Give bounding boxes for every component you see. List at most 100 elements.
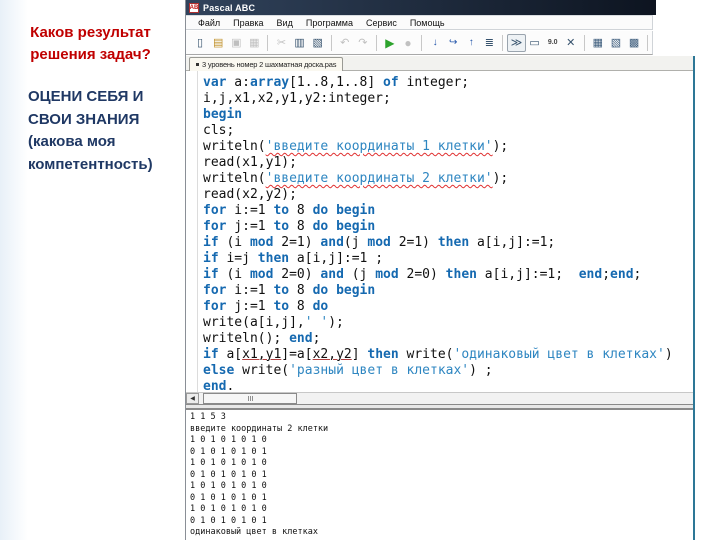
window-titlebar: AB Pascal ABC <box>186 0 656 15</box>
toolbar-separator <box>267 34 269 51</box>
step-into-button[interactable]: ↓ <box>426 34 444 52</box>
scroll-thumb[interactable] <box>203 393 297 404</box>
save-all-button: ▦ <box>245 34 263 52</box>
code-area: var a:array[1..8,1..8] of integer; i,j,x1… <box>203 75 673 395</box>
toolbar-separator <box>647 34 649 51</box>
code-line: writeln('введите координаты 2 клетки'); <box>203 171 509 186</box>
open-file-icon: ▤ <box>212 37 224 49</box>
editor-tab[interactable]: 3 уровень номер 2 шахматная доска.pas <box>189 57 344 71</box>
window-right-border <box>693 56 695 540</box>
console-line: одинаковый цвет в клетках <box>190 527 318 537</box>
code-line: write(a[i,j],' '); <box>203 315 344 330</box>
app-logo-icon: AB <box>189 2 199 13</box>
add-watch-icon: ≣ <box>484 37 494 49</box>
menu-bar: Файл Правка Вид Программа Сервис Помощь <box>186 15 653 30</box>
menu-item-edit[interactable]: Правка <box>233 18 263 28</box>
add-watch-button[interactable]: ≣ <box>480 34 498 52</box>
menu-item-service[interactable]: Сервис <box>366 18 397 28</box>
undo-button: ↶ <box>336 34 354 52</box>
redo-icon: ↷ <box>358 37 368 49</box>
modified-marker-icon <box>196 63 199 66</box>
cut-button: ✂ <box>272 34 290 52</box>
slide-question-title: Каков результат решения задач? <box>8 22 173 66</box>
format-numbers-icon: 9.0 <box>547 39 558 46</box>
code-line: i,j,x1,x2,y1,y2:integer; <box>203 91 391 106</box>
console-line: введите координаты 2 клетки <box>190 423 329 434</box>
code-editor[interactable]: var a:array[1..8,1..8] of integer; i,j,x1… <box>186 71 694 395</box>
window-layout-3-button[interactable]: ▩ <box>625 34 643 52</box>
menu-item-program[interactable]: Программа <box>306 18 353 28</box>
save-all-icon: ▦ <box>249 37 260 49</box>
paste-icon: ▧ <box>312 37 323 49</box>
scroll-left-button[interactable]: ◀ <box>186 393 199 404</box>
step-over-icon: ↪ <box>448 37 458 48</box>
format-numbers-button[interactable]: 9.0 <box>544 34 562 52</box>
editor-tab-label: 3 уровень номер 2 шахматная доска.pas <box>202 60 337 69</box>
undo-icon: ↶ <box>340 37 350 49</box>
menu-item-view[interactable]: Вид <box>277 18 293 28</box>
menu-item-file[interactable]: Файл <box>198 18 220 28</box>
code-line: if (i mod 2=1) and(j mod 2=1) then a[i,j… <box>203 235 556 250</box>
cut-icon: ✂ <box>276 37 287 49</box>
console-line: 0 1 0 1 0 1 0 1 <box>190 515 267 526</box>
statement-line: компетентность) <box>28 155 153 173</box>
statement-line: (какова моя <box>28 133 116 150</box>
horizontal-scrollbar[interactable]: ◀ <box>186 392 694 404</box>
menu-item-help[interactable]: Помощь <box>410 18 445 28</box>
console-line: 1 1 5 3 <box>190 412 226 422</box>
console-text: 1 1 5 3 введите координаты 2 клетки 1 0 1 … <box>190 412 328 539</box>
clear-output-icon: ✕ <box>566 37 576 49</box>
copy-button[interactable]: ▥ <box>291 34 309 52</box>
open-file-button[interactable]: ▤ <box>209 34 227 52</box>
editor-gutter-line <box>197 71 198 392</box>
save-file-button: ▣ <box>227 34 245 52</box>
code-line: cls; <box>203 123 235 138</box>
clear-output-button[interactable]: ✕ <box>562 34 580 52</box>
toolbar-separator <box>375 34 377 51</box>
output-console[interactable]: 1 1 5 3 введите координаты 2 клетки 1 0 1 … <box>186 410 694 540</box>
new-file-button[interactable]: ▯ <box>191 34 209 52</box>
toggle-output-window-button[interactable]: ≫ <box>507 33 526 52</box>
window-layout-2-icon: ▧ <box>610 37 622 49</box>
console-line: 1 0 1 0 1 0 1 0 <box>190 458 267 468</box>
code-line: for j:=1 to 8 do <box>203 299 329 314</box>
slide-statement: ОЦЕНИ СЕБЯ И СВОИ ЗНАНИЯ (какова моя ком… <box>28 86 183 176</box>
toolbar-separator <box>421 34 423 51</box>
toolbar-separator <box>502 34 504 51</box>
code-line: if a[x1,y1]=a[x2,y2] then write('одинако… <box>203 347 673 362</box>
statement-line: СВОИ ЗНАНИЯ <box>28 110 140 128</box>
step-out-icon: ↑ <box>468 37 474 48</box>
console-line: 0 1 0 1 0 1 0 1 <box>190 469 267 480</box>
console-line: 0 1 0 1 0 1 0 1 <box>190 492 267 503</box>
stop-button: ● <box>399 34 417 52</box>
console-line: 0 1 0 1 0 1 0 1 <box>190 446 267 457</box>
copy-icon: ▥ <box>294 37 305 49</box>
new-output-page-button[interactable]: ▭ <box>526 34 544 52</box>
code-line: for i:=1 to 8 do begin <box>203 283 376 298</box>
pascal-abc-window: AB Pascal ABC Файл Правка Вид Программа … <box>185 0 695 540</box>
toolbar-separator <box>583 34 585 51</box>
run-icon: ▶ <box>385 35 395 50</box>
toolbar-separator <box>330 34 332 51</box>
redo-button: ↷ <box>354 34 372 52</box>
window-title: Pascal ABC <box>203 2 256 13</box>
code-line: if (i mod 2=0) and (j mod 2=0) then a[i,… <box>203 267 642 282</box>
step-out-button[interactable]: ↑ <box>462 34 480 52</box>
code-line: else write('разный цвет в клетках') ; <box>203 363 493 378</box>
code-line: for i:=1 to 8 do begin <box>203 203 376 218</box>
stop-icon: ● <box>404 35 412 50</box>
window-layout-1-icon: ▦ <box>592 37 604 49</box>
question-line: решения задач? <box>30 46 151 63</box>
step-over-button[interactable]: ↪ <box>444 34 462 52</box>
toolbar: ▯ ▤ ▣ ▦ ✂ ▥ ▧ ↶ ↷ ▶ ● ↓ ↪ ↑ ≣ ≫ ▭ 9.0 ✕ ▦ ▧ ▩ <box>186 31 653 55</box>
console-line: 1 0 1 0 1 0 1 0 <box>190 481 267 491</box>
paste-button[interactable]: ▧ <box>309 34 327 52</box>
code-line: begin <box>203 107 243 122</box>
console-line: 1 0 1 0 1 0 1 0 <box>190 504 267 514</box>
code-line: for j:=1 to 8 do begin <box>203 219 376 234</box>
save-file-icon: ▣ <box>231 37 242 49</box>
run-button[interactable]: ▶ <box>381 34 399 52</box>
window-layout-1-button[interactable]: ▦ <box>589 34 607 52</box>
code-line: if i=j then a[i,j]:=1 ; <box>203 251 384 266</box>
window-layout-2-button[interactable]: ▧ <box>607 34 625 52</box>
